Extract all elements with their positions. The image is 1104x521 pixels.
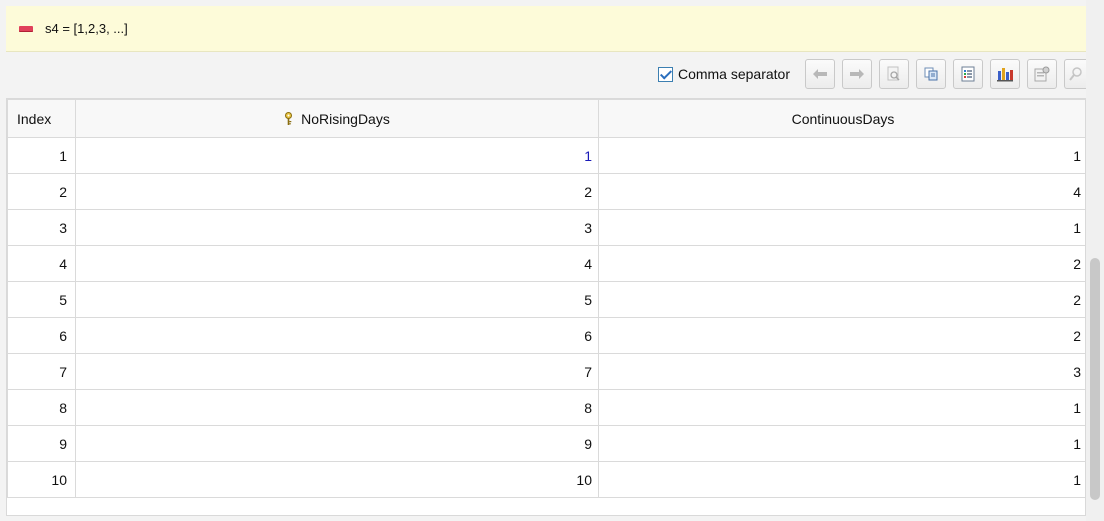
cell-norisingdays[interactable]: 5 [75, 281, 599, 318]
chart-button[interactable] [990, 59, 1020, 89]
variable-header: s4 = [1,2,3, ...] [6, 6, 1086, 52]
data-table: Index NoRisingDays ContinuousDays 111 22… [7, 99, 1085, 498]
chart-icon [997, 68, 1013, 82]
table-row[interactable]: 111 [7, 137, 1085, 174]
cell-norisingdays[interactable]: 9 [75, 425, 599, 462]
cell-index[interactable]: 1 [7, 137, 76, 174]
forward-button[interactable] [842, 59, 872, 89]
table-row[interactable]: 10 10 1 [7, 461, 1085, 498]
table-header-row: Index NoRisingDays ContinuousDays [7, 99, 1085, 138]
list-icon [961, 66, 975, 82]
cell-continuousdays[interactable]: 1 [598, 209, 1085, 246]
comma-separator-checkbox[interactable] [657, 66, 673, 82]
data-table-container: Index NoRisingDays ContinuousDays 111 22… [6, 98, 1086, 516]
column-header-index[interactable]: Index [7, 99, 76, 138]
cell-continuousdays[interactable]: 1 [598, 137, 1085, 174]
table-row[interactable]: 662 [7, 317, 1085, 354]
cell-norisingdays[interactable]: 8 [75, 389, 599, 426]
filter-icon [1068, 67, 1082, 81]
cell-continuousdays[interactable]: 1 [598, 425, 1085, 462]
search-icon [887, 66, 900, 81]
column-header-label: NoRisingDays [301, 110, 390, 127]
table-row[interactable]: 224 [7, 173, 1085, 210]
table-row[interactable]: 991 [7, 425, 1085, 462]
forward-arrow-icon [850, 69, 864, 79]
table-row[interactable]: 442 [7, 245, 1085, 282]
collapse-icon[interactable] [19, 25, 33, 32]
cell-continuousdays[interactable]: 1 [598, 461, 1085, 498]
properties-icon [1034, 66, 1050, 82]
cell-index[interactable]: 2 [7, 173, 76, 210]
cell-norisingdays[interactable]: 3 [75, 209, 599, 246]
column-header-norisingdays[interactable]: NoRisingDays [75, 99, 599, 138]
cell-index[interactable]: 7 [7, 353, 76, 390]
scrollbar-thumb[interactable] [1090, 258, 1100, 500]
cell-index[interactable]: 4 [7, 245, 76, 282]
cell-index[interactable]: 9 [7, 425, 76, 462]
key-icon [285, 111, 293, 125]
cell-index[interactable]: 3 [7, 209, 76, 246]
toolbar: Comma separator [6, 54, 1086, 94]
cell-continuousdays[interactable]: 3 [598, 353, 1085, 390]
cell-norisingdays[interactable]: 6 [75, 317, 599, 354]
cell-index[interactable]: 5 [7, 281, 76, 318]
comma-separator-label: Comma separator [677, 66, 790, 82]
properties-button[interactable] [1027, 59, 1057, 89]
list-view-button[interactable] [953, 59, 983, 89]
comma-separator-toggle[interactable]: Comma separator [657, 66, 790, 82]
table-row[interactable]: 881 [7, 389, 1085, 426]
cell-norisingdays[interactable]: 2 [75, 173, 599, 210]
data-viewer-window: s4 = [1,2,3, ...] Comma separator Index … [0, 0, 1104, 521]
cell-norisingdays[interactable]: 7 [75, 353, 599, 390]
cell-continuousdays[interactable]: 2 [598, 281, 1085, 318]
cell-continuousdays[interactable]: 2 [598, 317, 1085, 354]
find-button[interactable] [879, 59, 909, 89]
cell-continuousdays[interactable]: 4 [598, 173, 1085, 210]
back-button[interactable] [805, 59, 835, 89]
table-row[interactable]: 331 [7, 209, 1085, 246]
filter-button[interactable] [1064, 59, 1086, 89]
column-header-continuousdays[interactable]: ContinuousDays [598, 99, 1085, 138]
variable-title: s4 = [1,2,3, ...] [45, 21, 128, 36]
cell-continuousdays[interactable]: 2 [598, 245, 1085, 282]
cell-continuousdays[interactable]: 1 [598, 389, 1085, 426]
back-arrow-icon [813, 69, 827, 79]
table-row[interactable]: 773 [7, 353, 1085, 390]
cell-index[interactable]: 8 [7, 389, 76, 426]
table-row[interactable]: 552 [7, 281, 1085, 318]
copy-button[interactable] [916, 59, 946, 89]
cell-norisingdays[interactable]: 10 [75, 461, 599, 498]
cell-norisingdays[interactable]: 4 [75, 245, 599, 282]
vertical-scrollbar[interactable] [1086, 0, 1104, 521]
cell-index[interactable]: 6 [7, 317, 76, 354]
cell-index[interactable]: 10 [7, 461, 76, 498]
cell-norisingdays[interactable]: 1 [75, 137, 599, 174]
copy-icon [924, 67, 938, 81]
